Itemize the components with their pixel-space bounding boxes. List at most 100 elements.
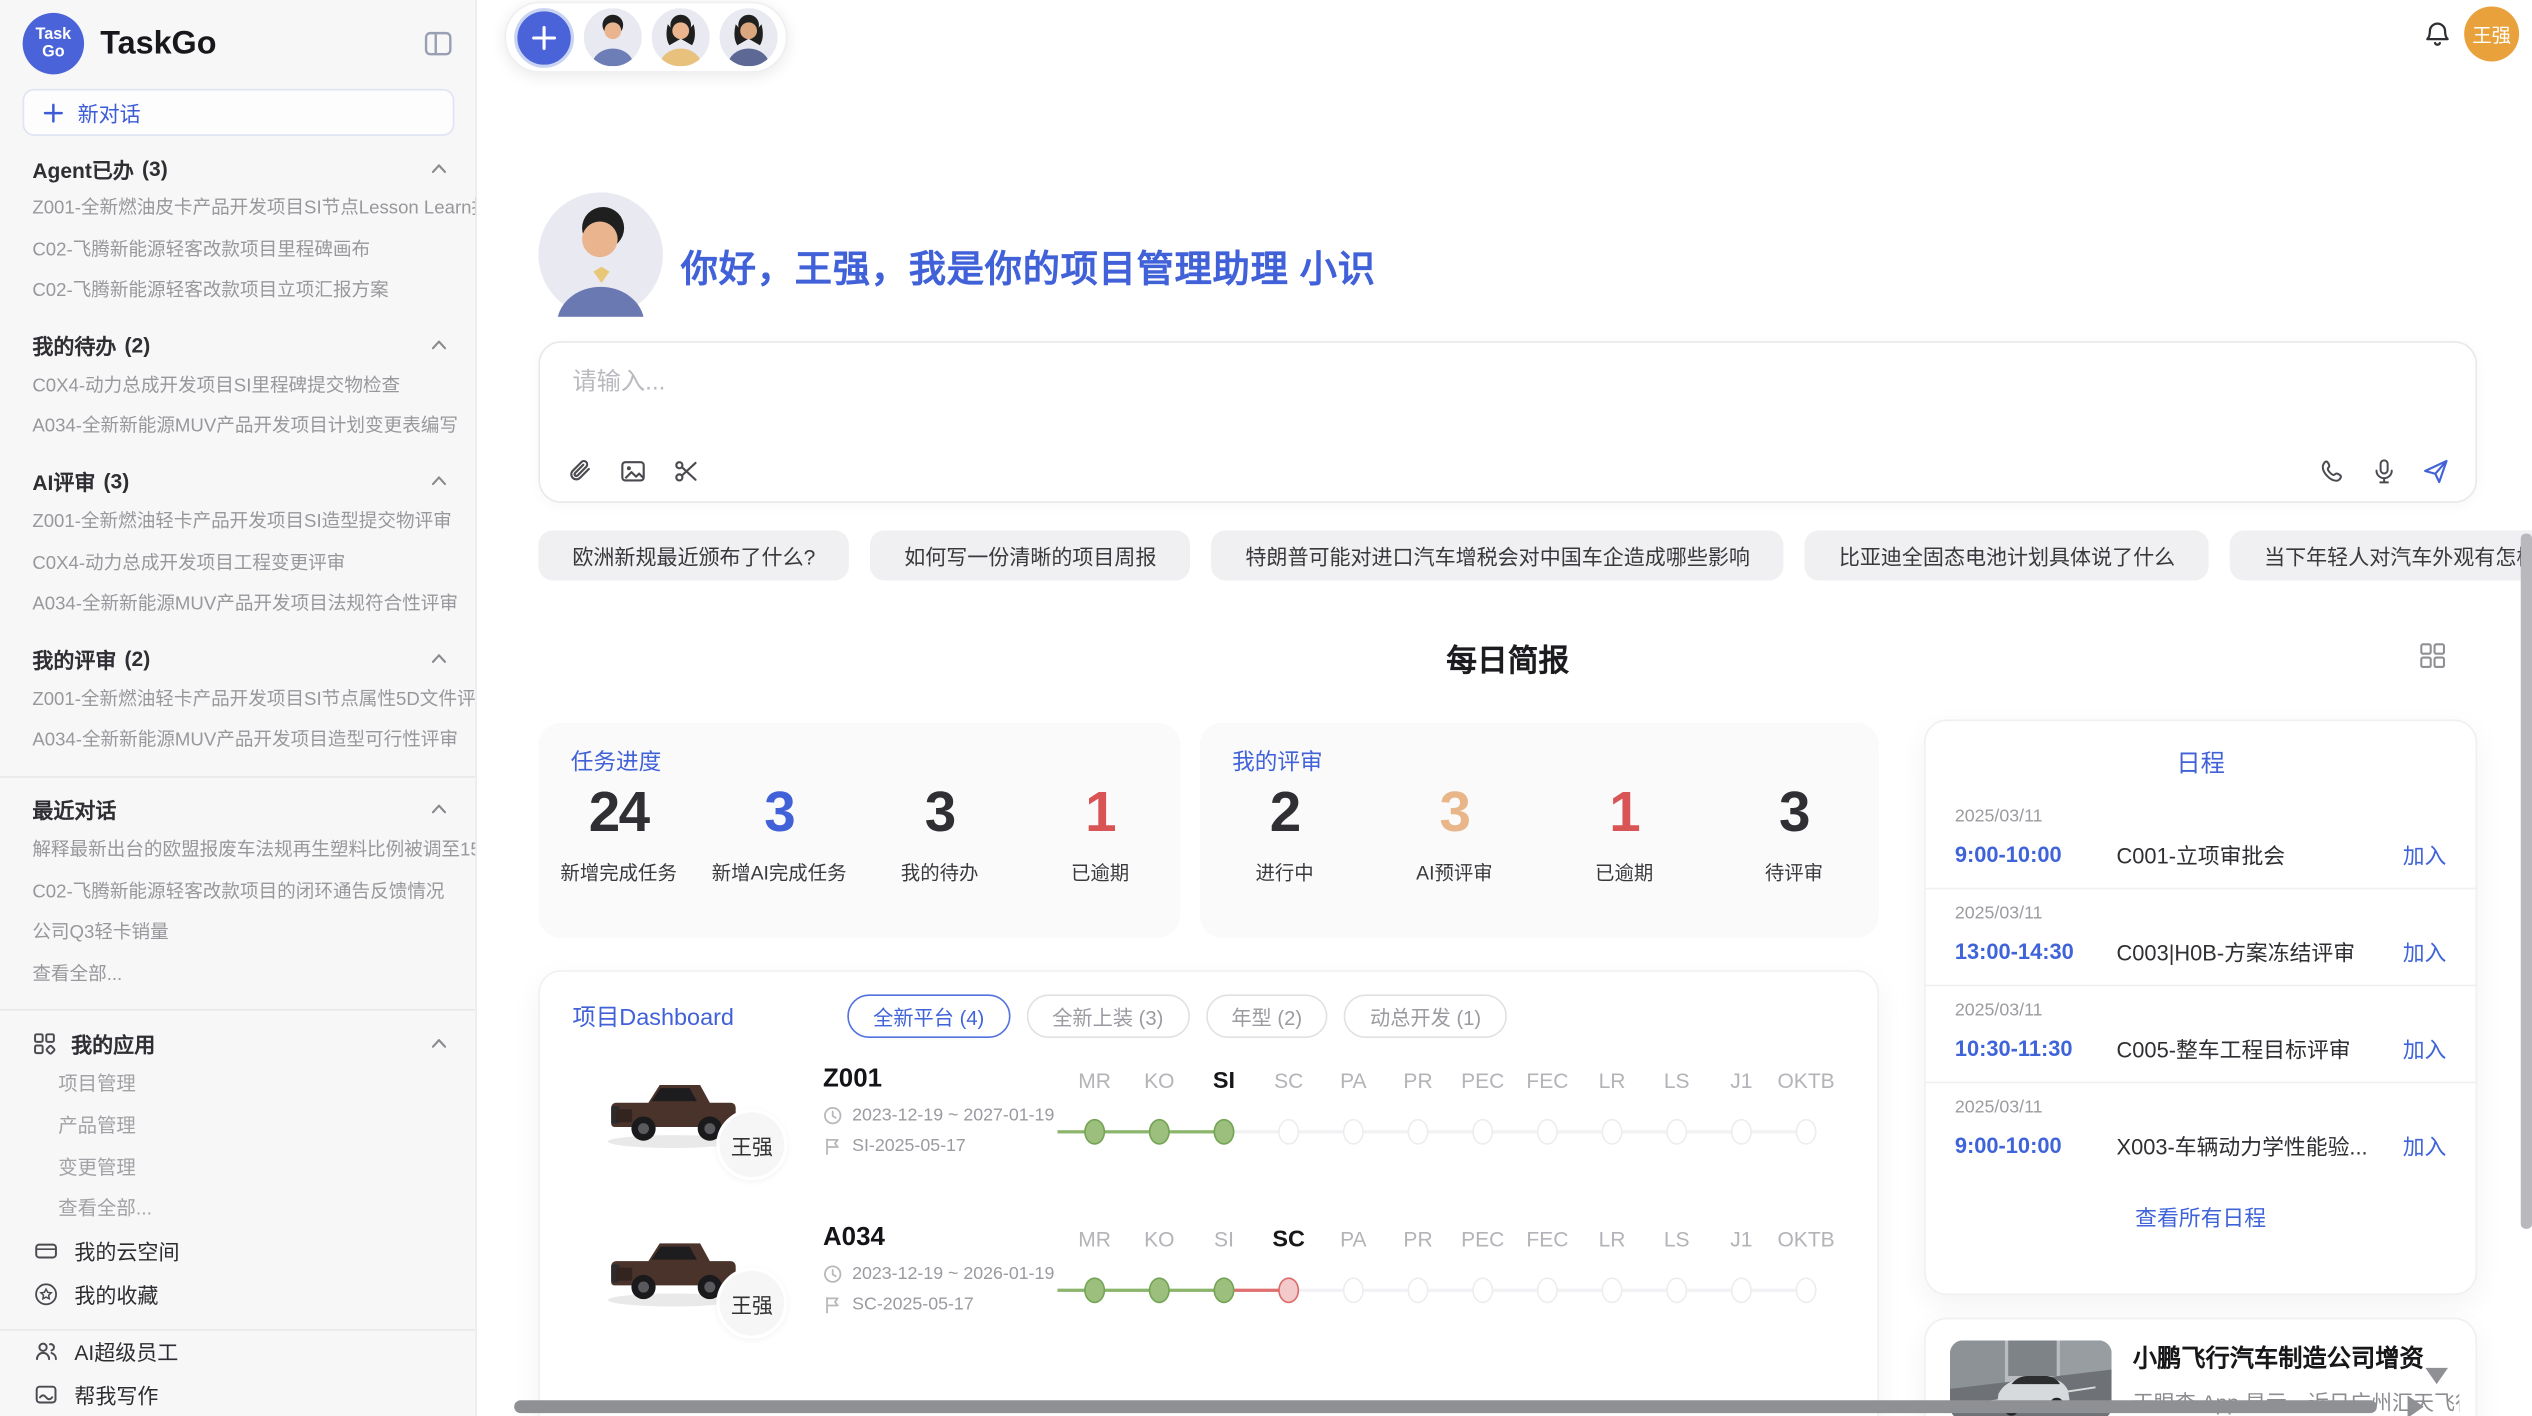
session-avatar-3[interactable] [720,8,778,66]
recent-chat-item[interactable]: 解释最新出台的欧盟报废车法规再生塑料比例被调至15%... [0,831,475,872]
filter-chip[interactable]: 动总开发 (1) [1344,994,1507,1038]
schedule-event[interactable]: 2025/03/1113:00-14:30C003|H0B-方案冻结评审加入 [1926,889,2476,984]
clock-icon [823,1264,842,1283]
milestone-dot-SI [1213,1119,1234,1145]
image-upload-icon[interactable] [619,458,646,485]
new-chat-button[interactable]: 新对话 [23,89,455,136]
scroll-right-arrow-icon[interactable] [2408,1395,2424,1416]
milestone-dot-SC [1278,1277,1299,1303]
milestone-dot-PR [1408,1119,1429,1145]
sidebar-item[interactable]: C0X4-动力总成开发项目SI里程碑提交物检查 [0,367,475,408]
collapse-sidebar-icon[interactable] [424,29,453,58]
tool-label: AI超级员工 [74,1336,178,1367]
sidebar-item[interactable]: A034-全新新能源MUV产品开发项目造型可行性评审 [0,722,475,763]
daily-brief-title: 每日简报 [538,637,2477,681]
recent-chats-header[interactable]: 最近对话 [0,789,475,831]
send-icon[interactable] [2422,458,2449,485]
session-avatar-2[interactable] [652,8,710,66]
schedule-event[interactable]: 2025/03/119:00-10:00X003-车辆动力学性能验...加入 [1926,1083,2476,1178]
sidebar-section-header-3[interactable]: 我的评审(2) [0,638,475,680]
recent-chat-item[interactable]: 公司Q3轻卡销量 [0,914,475,955]
suggestion-chip[interactable]: 特朗普可能对进口汽车增税会对中国车企造成哪些影响 [1211,530,1783,580]
horizontal-scrollbar-thumb[interactable] [514,1400,2377,1413]
schedule-event[interactable]: 2025/03/1110:30-11:30C005-整车工程目标评审加入 [1926,986,2476,1081]
section-count: (3) [142,156,168,180]
chevron-up-icon[interactable] [428,158,449,179]
sidebar-link-我的云空间[interactable]: 我的云空间 [0,1230,475,1273]
milestone-label-OKTB: OKTB [1777,1069,1834,1093]
view-all-schedule-link[interactable]: 查看所有日程 [1926,1200,2476,1232]
sidebar-section-header-2[interactable]: AI评审(3) [0,461,475,503]
scissors-icon[interactable] [673,458,700,485]
section-title: 最近对话 [32,795,116,826]
sidebar-link-我的收藏[interactable]: 我的收藏 [0,1273,475,1316]
app-item[interactable]: 项目管理 [0,1064,475,1105]
layout-grid-icon[interactable] [2419,642,2446,669]
sidebar-item[interactable]: Z001-全新燃油轻卡产品开发项目SI造型提交物评审 [0,503,475,544]
dashboard-title: 项目Dashboard [572,999,847,1033]
project-flag: SC-2025-05-17 [852,1295,974,1314]
chevron-up-icon[interactable] [428,1033,449,1054]
filter-chip[interactable]: 全新平台 (4) [847,994,1010,1038]
tool-label: 帮我写作 [74,1379,158,1410]
milestone-dot-FEC [1537,1119,1558,1145]
chevron-up-icon[interactable] [428,799,449,820]
suggestion-chip[interactable]: 如何写一份清晰的项目周报 [870,530,1190,580]
session-avatar-1[interactable] [584,8,642,66]
sidebar-item[interactable]: C02-飞腾新能源轻客改款项目里程碑画布 [0,231,475,272]
view-all-chats-link[interactable]: 查看全部... [0,955,475,996]
write-icon [34,1382,58,1406]
join-link[interactable]: 加入 [2403,1032,2447,1064]
recent-chat-item[interactable]: C02-飞腾新能源轻客改款项目的闭环通告反馈情况 [0,872,475,913]
sidebar-item[interactable]: A034-全新新能源MUV产品开发项目法规符合性评审 [0,586,475,627]
sidebar-item[interactable]: A034-全新新能源MUV产品开发项目计划变更表编写 [0,408,475,449]
attachment-icon[interactable] [566,458,593,485]
stat: 1已逾期 [1020,781,1180,886]
milestone-dot-FEC [1537,1277,1558,1303]
add-session-button[interactable] [514,7,574,67]
event-date: 2025/03/11 [1955,1001,2447,1020]
sidebar-section-header-0[interactable]: Agent已办(3) [0,147,475,189]
vertical-scrollbar-thumb[interactable] [2521,534,2532,1229]
join-link[interactable]: 加入 [2403,935,2447,967]
sidebar-item[interactable]: Z001-全新燃油皮卡产品开发项目SI节点Lesson Learn报告 [0,189,475,230]
chevron-up-icon[interactable] [428,471,449,492]
project-row-Z001[interactable]: 王强Z0012023-12-19 ~ 2027-01-19SI-2025-05-… [540,1038,1877,1196]
milestone-dot-PA [1343,1277,1364,1303]
schedule-event[interactable]: 2025/03/119:00-10:00C001-立项审批会加入 [1926,792,2476,887]
chevron-up-icon[interactable] [428,335,449,356]
app-item[interactable]: 产品管理 [0,1106,475,1147]
scroll-down-arrow-icon[interactable] [2425,1368,2448,1384]
suggestion-chip[interactable]: 当下年轻人对汽车外观有怎样的喜好趋势 [2230,530,2532,580]
sidebar-item[interactable]: Z001-全新燃油轻卡产品开发项目SI节点属性5D文件评审 [0,680,475,721]
stats: 2进行中3AI预评审1已逾期3待评审 [1200,781,1879,886]
join-link[interactable]: 加入 [2403,838,2447,870]
section-title: 我的应用 [71,1028,155,1059]
bell-icon[interactable] [2422,19,2453,50]
stat-value: 3 [699,781,859,846]
milestone-label-FEC: FEC [1526,1227,1568,1251]
sidebar-tools: AI超级员工帮我写作创意制图 [0,1330,475,1416]
sidebar-tool-帮我写作[interactable]: 帮我写作 [0,1373,475,1416]
sidebar-item[interactable]: C02-飞腾新能源轻客改款项目立项汇报方案 [0,272,475,313]
sidebar-item[interactable]: C0X4-动力总成开发项目工程变更评审 [0,544,475,585]
filter-chip[interactable]: 年型 (2) [1205,994,1328,1038]
app-item[interactable]: 变更管理 [0,1147,475,1188]
app-title: TaskGo [100,25,216,62]
filter-chip[interactable]: 全新上装 (3) [1026,994,1189,1038]
sidebar-tool-AI超级员工[interactable]: AI超级员工 [0,1330,475,1373]
suggestion-chip[interactable]: 欧洲新规最近颁布了什么? [538,530,849,580]
milestone-label-LR: LR [1599,1069,1626,1093]
chevron-up-icon[interactable] [428,649,449,670]
phone-icon[interactable] [2319,458,2346,485]
view-all-apps-link[interactable]: 查看全部... [0,1189,475,1230]
suggestion-chip[interactable]: 比亚迪全固态电池计划具体说了什么 [1805,530,2209,580]
project-row-A034[interactable]: 王强A0342023-12-19 ~ 2026-01-19SC-2025-05-… [540,1197,1877,1355]
join-link[interactable]: 加入 [2403,1129,2447,1161]
chat-input[interactable] [572,369,2189,396]
my-apps-header[interactable]: 我的应用 [0,1022,475,1064]
suggestion-chips: 欧洲新规最近颁布了什么? 如何写一份清晰的项目周报特朗普可能对进口汽车增税会对中国… [538,530,2532,580]
user-avatar[interactable]: 王强 [2464,6,2519,61]
sidebar-section-header-1[interactable]: 我的待办(2) [0,325,475,367]
microphone-icon[interactable] [2370,458,2397,485]
